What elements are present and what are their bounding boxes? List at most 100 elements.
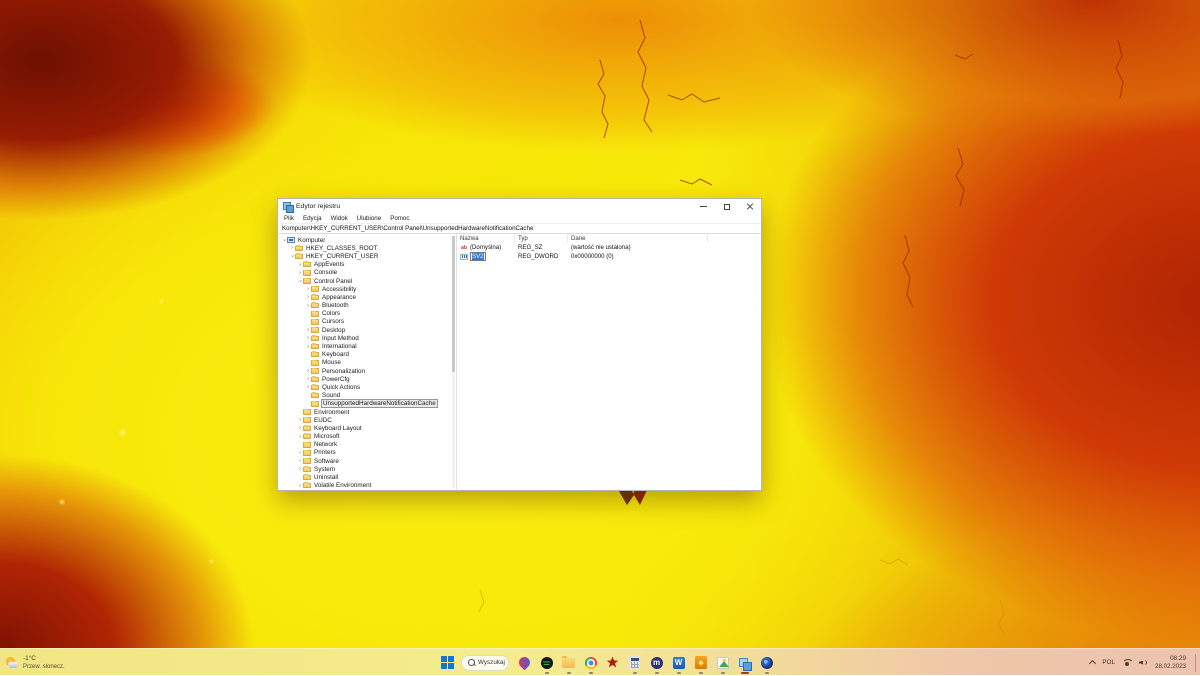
taskbar-icon-file-explorer[interactable] — [561, 655, 576, 670]
blue-app-icon — [761, 657, 773, 669]
taskbar-icon-registry-editor[interactable] — [737, 655, 752, 670]
tree-node-komputer[interactable]: ›Komputer — [278, 236, 456, 244]
tree-node-quick-actions[interactable]: ›Quick Actions — [278, 383, 456, 391]
tree-node-hkey-current-user[interactable]: ›HKEY_CURRENT_USER — [278, 252, 456, 260]
address-path: Komputer\HKEY_CURRENT_USER\Control Panel… — [282, 225, 533, 232]
search-icon — [468, 659, 475, 666]
tree-node-colors[interactable]: Colors — [278, 310, 456, 318]
tree-node-environment[interactable]: Environment — [278, 408, 456, 416]
taskbar-icon-calculator[interactable] — [627, 655, 642, 670]
tree-node-bluetooth[interactable]: ›Bluetooth — [278, 302, 456, 310]
tree-scrollbar-thumb[interactable] — [452, 236, 455, 372]
running-app-indicator — [721, 672, 725, 674]
menu-plik[interactable]: Plik — [284, 215, 294, 222]
address-bar[interactable]: Komputer\HKEY_CURRENT_USER\Control Panel… — [278, 223, 761, 234]
value-row-sv2[interactable]: SV2REG_DWORD0x00000000 (0) — [457, 252, 761, 261]
language-indicator[interactable]: POL — [1102, 659, 1115, 666]
tree-node-console[interactable]: ›Console — [278, 269, 456, 277]
taskbar-icon-blue-app[interactable] — [759, 655, 774, 670]
sun-cloud-icon — [5, 656, 19, 670]
folder-icon — [303, 434, 311, 440]
file-explorer-icon — [562, 658, 575, 668]
start-button[interactable] — [440, 655, 455, 670]
tray-chevron-up-icon[interactable] — [1089, 660, 1096, 667]
tree-scrollbar[interactable] — [452, 236, 455, 488]
value-name-edit-input[interactable]: SV2 — [470, 252, 486, 261]
taskbar-icon-m-app[interactable]: m — [649, 655, 664, 670]
tree-node-volatile-environment[interactable]: ›Volatile Environment — [278, 482, 456, 490]
tree-node-mouse[interactable]: Mouse — [278, 359, 456, 367]
registry-values-pane[interactable]: NazwaTypDane ab(Domyślna)REG_SZ(wartość … — [457, 234, 761, 490]
tree-node-microsoft[interactable]: ›Microsoft — [278, 433, 456, 441]
tree-node-label: System — [313, 466, 336, 473]
column-header-typ[interactable]: Typ — [515, 234, 568, 243]
tree-node-input-method[interactable]: ›Input Method — [278, 334, 456, 342]
tree-node-keyboard-layout[interactable]: ›Keyboard Layout — [278, 424, 456, 432]
folder-icon — [311, 336, 319, 342]
running-app-indicator — [677, 672, 681, 674]
tree-node-label: HKEY_CURRENT_USER — [305, 253, 379, 260]
value-row--domy-lna-[interactable]: ab(Domyślna)REG_SZ(wartość nie ustalona) — [457, 243, 761, 252]
tree-node-software[interactable]: ›Software — [278, 457, 456, 465]
taskbar-icon-image-editor[interactable] — [715, 655, 730, 670]
taskbar-icon-chrome[interactable] — [583, 655, 598, 670]
minimize-button[interactable] — [692, 199, 715, 214]
spotify-icon — [541, 657, 553, 669]
tree-node-desktop[interactable]: ›Desktop — [278, 326, 456, 334]
running-app-indicator — [589, 672, 593, 674]
tree-node-powercfg[interactable]: ›PowerCfg — [278, 375, 456, 383]
tree-node-accessibility[interactable]: ›Accessibility — [278, 285, 456, 293]
tree-node-label: Appearance — [321, 294, 357, 301]
tree-node-control-panel[interactable]: ›Control Panel — [278, 277, 456, 285]
tree-node-personalization[interactable]: ›Personalization — [278, 367, 456, 375]
search-box[interactable]: Wyszukaj — [461, 655, 509, 671]
tree-node-cursors[interactable]: Cursors — [278, 318, 456, 326]
folder-icon — [303, 467, 311, 473]
taskbar-icon-red-star[interactable] — [605, 655, 620, 670]
tree-node-international[interactable]: ›International — [278, 342, 456, 350]
taskbar-icon-spotify[interactable] — [539, 655, 554, 670]
tree-node-hkey-classes-root[interactable]: ›HKEY_CLASSES_ROOT — [278, 244, 456, 252]
value-type: REG_SZ — [515, 244, 568, 251]
taskbar: -1°C Przew. słonecz. Wyszukaj mW POL 08:… — [0, 648, 1200, 675]
tree-node-uninstall[interactable]: Uninstall — [278, 473, 456, 481]
speaker-icon[interactable] — [1139, 659, 1148, 667]
weather-widget[interactable]: -1°C Przew. słonecz. — [5, 652, 65, 673]
value-data: 0x00000000 (0) — [568, 253, 761, 260]
tree-node-network[interactable]: Network — [278, 441, 456, 449]
folder-icon — [311, 385, 319, 391]
tree-node-appevents[interactable]: ›AppEvents — [278, 261, 456, 269]
tree-node-system[interactable]: ›System — [278, 465, 456, 473]
taskbar-icon-orange-app[interactable] — [693, 655, 708, 670]
registry-tree-pane[interactable]: ›Komputer›HKEY_CLASSES_ROOT›HKEY_CURRENT… — [278, 234, 457, 490]
title-bar[interactable]: Edytor rejestru — [278, 199, 761, 214]
image-editor-icon — [717, 657, 729, 669]
tree-node-label: Bluetooth — [321, 302, 350, 309]
taskbar-icon-word[interactable]: W — [671, 655, 686, 670]
tree-node-label: Environment — [313, 409, 350, 416]
menu-pomoc[interactable]: Pomoc — [390, 215, 409, 222]
column-header-dane[interactable]: Dane — [568, 234, 708, 243]
maximize-button[interactable] — [715, 199, 738, 214]
reg-dword-icon — [460, 254, 468, 260]
tree-node-eudc[interactable]: ›EUDC — [278, 416, 456, 424]
tree-node-keyboard[interactable]: Keyboard — [278, 351, 456, 359]
column-header-nazwa[interactable]: Nazwa — [457, 234, 515, 243]
menu-widok[interactable]: Widok — [331, 215, 348, 222]
tree-node-label: Microsoft — [313, 433, 341, 440]
tree-node-printers[interactable]: ›Printers — [278, 449, 456, 457]
running-app-indicator — [765, 672, 769, 674]
clock[interactable]: 08:29 28.02.2023 — [1155, 655, 1186, 671]
wifi-icon[interactable] — [1122, 659, 1132, 667]
tree-node-label: HKEY_CLASSES_ROOT — [305, 245, 378, 252]
tree-node-label: Mouse — [321, 359, 342, 366]
tree-node-appearance[interactable]: ›Appearance — [278, 293, 456, 301]
menu-edycja[interactable]: Edycja — [303, 215, 322, 222]
tree-node-unsupportedhardwarenotificationcache[interactable]: UnsupportedHardwareNotificationCache — [278, 400, 456, 408]
taskbar-icon-paint-drop[interactable] — [517, 655, 532, 670]
menu-ulubione[interactable]: Ulubione — [357, 215, 381, 222]
red-star-icon — [607, 657, 619, 669]
tree-node-label: Desktop — [321, 327, 346, 334]
close-button[interactable] — [738, 199, 761, 214]
show-desktop-button[interactable] — [1195, 654, 1197, 672]
